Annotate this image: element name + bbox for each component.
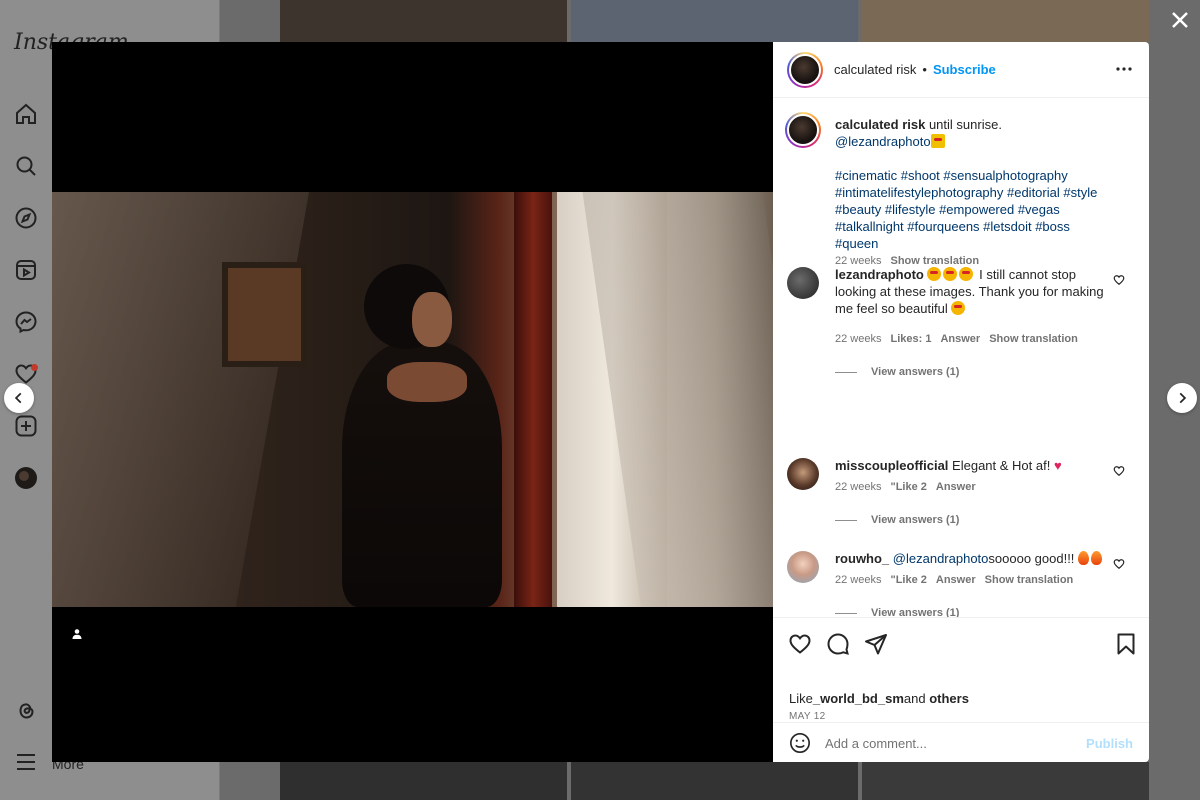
comment-show-translation[interactable]: Show translation	[989, 333, 1078, 345]
search-icon	[14, 154, 38, 178]
comment-answer-button[interactable]: Answer	[936, 481, 976, 493]
close-icon[interactable]	[1168, 8, 1192, 32]
comment-likes[interactable]: Likes: 1	[890, 333, 931, 345]
comment-answer-button[interactable]: Answer	[936, 574, 976, 586]
previous-post-button[interactable]	[4, 383, 34, 413]
liked-by-user[interactable]: _world_bd_sm	[813, 691, 904, 706]
home-icon	[14, 102, 38, 126]
reels-icon	[14, 258, 38, 282]
star-eyes-emoji-icon	[951, 301, 966, 315]
photo-figure-face	[412, 292, 452, 347]
next-post-button[interactable]	[1167, 383, 1197, 413]
comment-heart-icon[interactable]	[1113, 464, 1125, 477]
post-modal: calculated risk • Subscribe calculated r…	[52, 42, 1149, 762]
bookmark-icon[interactable]	[1114, 632, 1138, 656]
sparkle-emoji-icon	[930, 134, 945, 148]
user-tag-icon[interactable]	[71, 627, 83, 639]
smiley-icon[interactable]	[789, 732, 811, 754]
comment-heart-icon[interactable]	[1113, 273, 1125, 286]
post-date: MAY 12	[789, 711, 826, 722]
more-horizontal-icon[interactable]	[1115, 60, 1133, 78]
add-comment-bar: Publish	[773, 722, 1149, 762]
threads-icon	[14, 698, 38, 722]
explore-icon	[14, 206, 38, 230]
photo-wall-frame	[222, 262, 307, 367]
notification-badge	[31, 364, 38, 371]
comment-username[interactable]: lezandraphoto	[835, 267, 924, 282]
subscribe-button[interactable]: Subscribe	[933, 62, 996, 77]
comment-text: Elegant & Hot af!	[952, 458, 1051, 473]
liked-by-prefix: Like	[789, 691, 813, 706]
comment-age: 22 weeks	[835, 481, 882, 493]
caption-avatar[interactable]	[785, 112, 821, 148]
fire-emoji-icon	[1078, 551, 1090, 565]
comment-show-translation[interactable]: Show translation	[985, 574, 1074, 586]
author-avatar[interactable]	[787, 51, 823, 88]
author-username[interactable]: calculated risk	[834, 62, 916, 77]
caption-author[interactable]: calculated risk	[835, 117, 925, 132]
comments-list[interactable]: calculated risk until sunrise. @lezandra…	[773, 99, 1149, 617]
comment-username[interactable]: misscoupleofficial	[835, 458, 948, 473]
share-icon[interactable]	[864, 632, 888, 656]
publish-button[interactable]: Publish	[1086, 736, 1133, 751]
comment-icon[interactable]	[826, 632, 850, 656]
comment-answer-button[interactable]: Answer	[940, 333, 980, 345]
post-actions: Like_world_bd_smand others MAY 12 Publis…	[773, 617, 1149, 762]
menu-icon	[14, 750, 38, 774]
grid-tile	[862, 0, 1149, 42]
comment-mention[interactable]: @lezandraphoto	[893, 551, 989, 566]
red-heart-emoji-icon: ♥	[1053, 458, 1062, 473]
post-photo[interactable]	[52, 192, 773, 607]
grid-tile	[280, 762, 567, 800]
star-eyes-emoji-icon	[943, 267, 958, 281]
commenter-avatar[interactable]	[787, 267, 819, 299]
photo-curtain-left	[52, 192, 313, 607]
chevron-left-icon	[14, 392, 22, 404]
comment-heart-icon[interactable]	[1113, 557, 1125, 570]
fire-emoji-icon	[1091, 551, 1103, 565]
comment-input[interactable]	[825, 735, 1065, 751]
media-pane	[52, 42, 773, 762]
comment-likes[interactable]: "Like 2	[890, 574, 926, 586]
messenger-icon	[14, 310, 38, 334]
comment-age: 22 weeks	[835, 333, 882, 345]
caption-mention[interactable]: @lezandraphoto	[835, 134, 931, 149]
grid-tile	[571, 0, 858, 42]
view-answers-button[interactable]: View answers (1)	[835, 607, 959, 617]
commenter-avatar[interactable]	[787, 551, 819, 583]
grid-tile	[571, 762, 858, 800]
photo-figure-chest	[387, 362, 467, 402]
caption-text: until sunrise.	[928, 117, 1002, 132]
profile-avatar	[14, 466, 38, 490]
comment-username[interactable]: rouwho_	[835, 551, 889, 566]
chevron-right-icon	[1179, 392, 1187, 404]
post-details-pane: calculated risk • Subscribe calculated r…	[773, 42, 1149, 762]
comment-age: 22 weeks	[835, 574, 882, 586]
header-separator: •	[922, 62, 927, 77]
grid-tile	[862, 762, 1149, 800]
view-answers-button[interactable]: View answers (1)	[835, 514, 959, 526]
star-eyes-emoji-icon	[959, 267, 974, 281]
view-answers-button[interactable]: View answers (1)	[835, 366, 959, 378]
liked-by-others[interactable]: others	[929, 691, 969, 706]
create-icon	[14, 414, 38, 438]
liked-by-and: and	[903, 691, 926, 706]
photo-red-curtain	[514, 192, 552, 607]
star-eyes-emoji-icon	[927, 267, 942, 281]
caption-hashtags[interactable]: #cinematic #shoot #sensualphotography #i…	[835, 168, 1097, 251]
comment-text: sooooo good!!!	[988, 551, 1075, 566]
liked-by: Like_world_bd_smand others	[789, 691, 969, 706]
comment-likes[interactable]: "Like 2	[890, 481, 926, 493]
heart-icon[interactable]	[788, 632, 812, 656]
post-header: calculated risk • Subscribe	[773, 42, 1149, 98]
commenter-avatar[interactable]	[787, 458, 819, 490]
grid-tile	[280, 0, 567, 42]
